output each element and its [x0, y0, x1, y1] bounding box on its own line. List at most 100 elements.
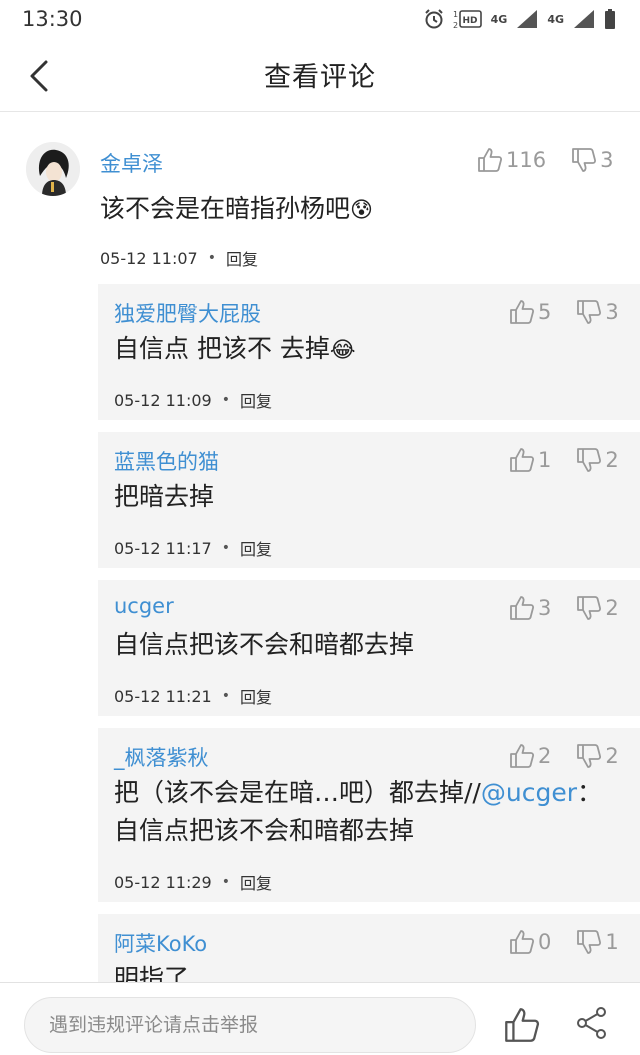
comment-username[interactable]: 金卓泽 — [100, 148, 163, 178]
reply-text: 把（该不会是在暗…吧）都去掉//@ucger： — [114, 776, 602, 810]
thumbs-up-icon — [510, 300, 535, 324]
dislike-count: 2 — [605, 744, 619, 768]
reply-text-content: 自信点把该不会和暗都去掉 — [114, 816, 415, 845]
svg-text:2: 2 — [453, 21, 458, 30]
thumbs-up-icon — [510, 596, 535, 620]
mention-link[interactable]: @ucger — [481, 778, 577, 807]
like-count: 3 — [538, 596, 552, 620]
dislike-count: 3 — [605, 300, 619, 324]
reply-votes: 5 3 — [508, 298, 619, 326]
dislike-button[interactable]: 3 — [575, 298, 619, 326]
reply-meta: 05-12 11:17 • 回复 — [114, 536, 272, 560]
reply-text: 明指了 — [114, 962, 189, 982]
battery-icon — [605, 9, 615, 29]
dislike-count: 3 — [600, 148, 614, 172]
reply-text: 自信点 把该不 去掉😂 — [114, 332, 356, 368]
reply-text: 自信点把该不会和暗都去掉 — [114, 628, 414, 662]
reply-time: 05-12 11:21 — [114, 686, 212, 706]
emoji-icon: 😂 — [329, 338, 356, 363]
reply-votes: 2 2 — [508, 742, 619, 770]
thumbs-down-icon — [577, 596, 602, 620]
page-title: 查看评论 — [264, 62, 376, 93]
status-icons: 1 2 HD 4G 4G — [423, 8, 616, 30]
dislike-button[interactable]: 2 — [575, 446, 619, 474]
comment-text: 该不会是在暗指孙杨吧😰 — [100, 192, 373, 228]
reply-button[interactable]: 回复 — [240, 870, 272, 894]
reply-text-content: 自信点把该不会和暗都去掉 — [114, 630, 415, 659]
reply-text-line2: 自信点把该不会和暗都去掉 — [114, 814, 414, 848]
reply-text-content: 明指了 — [114, 964, 190, 982]
reply-button[interactable]: 回复 — [240, 388, 272, 412]
reply-votes: 0 1 — [508, 928, 619, 956]
reply-username[interactable]: 蓝黑色的猫 — [114, 446, 219, 476]
bottom-bar: 遇到违规评论请点击举报 — [0, 982, 640, 1055]
reply-item: 独爱肥臀大屁股 自信点 把该不 去掉😂 05-12 11:09 • 回复 5 3 — [98, 284, 640, 420]
comment-text-content: 该不会是在暗指孙杨吧 — [100, 194, 351, 223]
thumbs-up-icon — [510, 448, 535, 472]
report-input[interactable]: 遇到违规评论请点击举报 — [24, 997, 476, 1053]
svg-text:HD: HD — [462, 16, 477, 26]
separator-dot: • — [221, 874, 230, 890]
comment-time: 05-12 11:07 — [100, 248, 198, 268]
svg-text:1: 1 — [453, 10, 458, 19]
reply-button[interactable]: 回复 — [240, 536, 272, 560]
separator-dot: • — [221, 540, 230, 556]
reply-text-content: 自信点 把该不 去掉 — [114, 334, 330, 363]
comment-votes: 116 3 — [476, 146, 613, 174]
thumbs-down-icon — [577, 448, 602, 472]
thumbs-down-icon — [577, 300, 602, 324]
dislike-button[interactable]: 3 — [570, 146, 613, 174]
like-count: 116 — [506, 148, 547, 172]
alarm-icon — [424, 9, 443, 29]
back-arrow-icon — [30, 60, 48, 92]
thumbs-down-icon — [577, 744, 602, 768]
reply-username[interactable]: 阿菜KoKo — [114, 928, 207, 958]
signal-icon-2 — [574, 10, 594, 28]
like-button[interactable]: 2 — [508, 742, 551, 770]
reply-text: 把暗去掉 — [114, 480, 214, 514]
dislike-button[interactable]: 1 — [575, 928, 619, 956]
thumbs-down-icon — [577, 930, 602, 954]
share-icon — [577, 1007, 606, 1039]
comment-list[interactable]: 金卓泽 该不会是在暗指孙杨吧😰 05-12 11:07 • 回复 116 3 独… — [0, 112, 640, 982]
thumbs-up-icon — [505, 1008, 540, 1042]
reply-text-colon: ： — [576, 778, 602, 807]
dislike-button[interactable]: 2 — [575, 594, 619, 622]
reply-username[interactable]: ucger — [114, 594, 174, 618]
reply-username[interactable]: _枫落紫秋 — [114, 742, 209, 772]
reply-meta: 05-12 11:21 • 回复 — [114, 684, 272, 708]
like-button[interactable]: 5 — [508, 298, 551, 326]
avatar[interactable] — [26, 142, 80, 196]
nav-bar: 查看评论 — [0, 38, 640, 112]
network-type-2: 4G — [547, 12, 564, 26]
reply-time: 05-12 11:29 — [114, 872, 212, 892]
back-button[interactable] — [24, 58, 60, 94]
main-comment: 金卓泽 该不会是在暗指孙杨吧😰 05-12 11:07 • 回复 116 3 — [0, 112, 640, 270]
comment-meta: 05-12 11:07 • 回复 — [100, 246, 258, 270]
dislike-button[interactable]: 2 — [575, 742, 619, 770]
reply-time: 05-12 11:09 — [114, 390, 212, 410]
reply-meta: 05-12 11:29 • 回复 — [114, 870, 272, 894]
like-button[interactable]: 1 — [508, 446, 551, 474]
bottom-like-button[interactable] — [502, 1005, 542, 1049]
reply-button[interactable]: 回复 — [240, 684, 272, 708]
reply-username[interactable]: 独爱肥臀大屁股 — [114, 298, 261, 328]
like-count: 0 — [538, 930, 552, 954]
reply-item: _枫落紫秋 把（该不会是在暗…吧）都去掉//@ucger： 自信点把该不会和暗都… — [98, 728, 640, 902]
like-count: 1 — [538, 448, 552, 472]
like-button[interactable]: 0 — [508, 928, 551, 956]
share-button[interactable] — [574, 1005, 610, 1045]
reply-meta: 05-12 11:09 • 回复 — [114, 388, 272, 412]
like-button[interactable]: 116 — [476, 146, 546, 174]
separator-dot: • — [207, 250, 216, 266]
reply-item: 蓝黑色的猫 把暗去掉 05-12 11:17 • 回复 1 2 — [98, 432, 640, 568]
avatar-image — [26, 142, 80, 196]
signal-icon-1 — [517, 10, 538, 28]
reply-text-content: 把暗去掉 — [114, 482, 215, 511]
reply-item: 阿菜KoKo 明指了 0 1 — [98, 914, 640, 982]
reply-text-content: 把（该不会是在暗…吧）都去掉// — [114, 778, 481, 807]
reply-button[interactable]: 回复 — [226, 246, 258, 270]
emoji-icon: 😰 — [350, 198, 373, 223]
like-button[interactable]: 3 — [508, 594, 551, 622]
thumbs-up-icon — [510, 930, 535, 954]
